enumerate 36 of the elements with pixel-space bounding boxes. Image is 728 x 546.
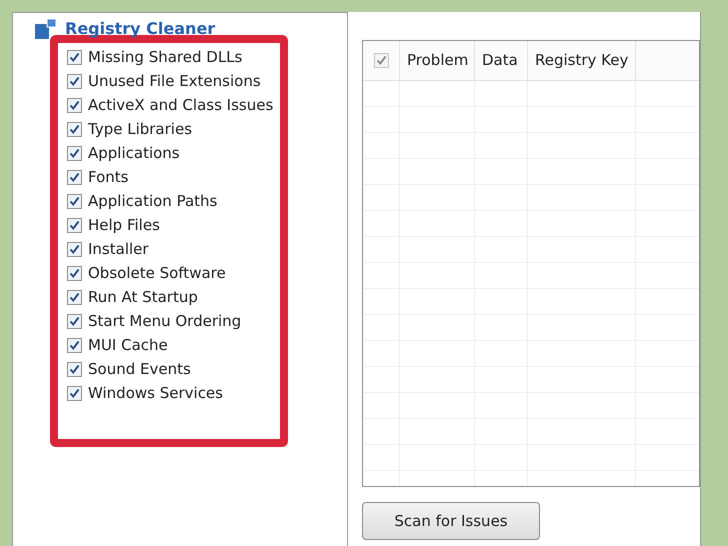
- checkbox-label: Start Menu Ordering: [88, 310, 242, 332]
- registry-icon: [35, 19, 57, 39]
- column-header[interactable]: Data: [475, 41, 528, 80]
- checkbox-label: Unused File Extensions: [88, 70, 261, 92]
- checkbox[interactable]: [67, 218, 82, 232]
- checkbox[interactable]: [67, 170, 82, 184]
- checkbox[interactable]: [67, 362, 82, 376]
- checkbox-label: Applications: [88, 142, 180, 164]
- checkbox[interactable]: [67, 122, 82, 136]
- checkbox[interactable]: [67, 194, 82, 208]
- checkbox-label: Application Paths: [88, 190, 218, 212]
- checkbox-label: Installer: [88, 238, 149, 260]
- panel-title: Registry Cleaner: [65, 18, 216, 40]
- column-header[interactable]: Problem: [400, 41, 475, 80]
- checkbox-label: Obsolete Software: [88, 262, 226, 284]
- checkbox-label: MUI Cache: [88, 334, 168, 356]
- checkbox[interactable]: [67, 98, 82, 112]
- checkbox-label: Windows Services: [88, 382, 223, 404]
- checkbox[interactable]: [67, 50, 82, 64]
- checkbox-label: Missing Shared DLLs: [88, 46, 242, 68]
- column-header[interactable]: Registry Key: [528, 41, 636, 80]
- checkbox[interactable]: [67, 242, 82, 256]
- checkbox-label: Type Libraries: [88, 118, 192, 140]
- checkbox-label: Sound Events: [88, 358, 191, 380]
- checkbox[interactable]: [67, 146, 82, 160]
- checkbox-label: ActiveX and Class Issues: [88, 94, 274, 116]
- checkbox-label: Fonts: [88, 166, 128, 188]
- checkbox-label: Run At Startup: [88, 286, 198, 308]
- checkbox[interactable]: [67, 74, 82, 88]
- checkbox[interactable]: [67, 290, 82, 304]
- checkbox[interactable]: [67, 338, 82, 352]
- checkbox-label: Help Files: [88, 214, 160, 236]
- checkbox[interactable]: [67, 314, 82, 328]
- checkbox[interactable]: [67, 386, 82, 400]
- scan-button[interactable]: Scan for Issues: [362, 502, 540, 540]
- checkbox[interactable]: [67, 266, 82, 280]
